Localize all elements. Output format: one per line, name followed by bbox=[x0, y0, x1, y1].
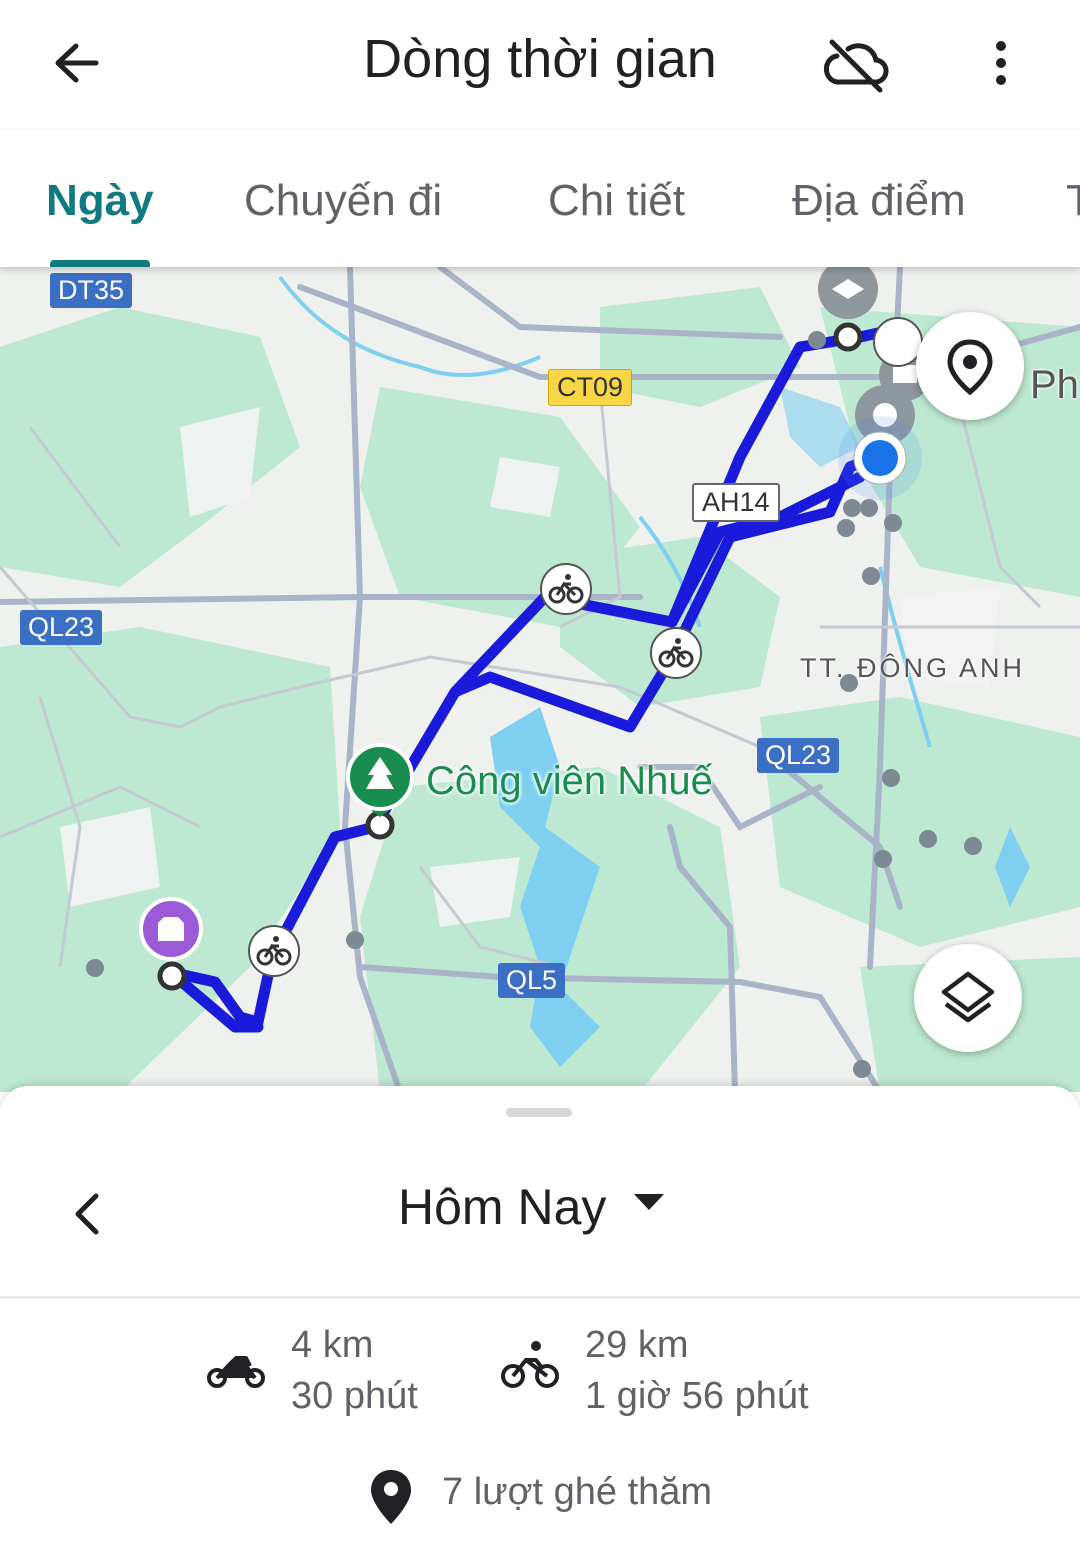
chevron-left-icon[interactable] bbox=[60, 1186, 116, 1242]
page-title: Dòng thời gian bbox=[363, 29, 717, 89]
tab-indicator bbox=[50, 260, 150, 267]
motorbike-distance: 4 km bbox=[291, 1324, 374, 1366]
road-label-ah14: AH14 bbox=[692, 483, 780, 522]
layers-icon bbox=[941, 971, 995, 1023]
arrow-back-icon[interactable] bbox=[44, 32, 108, 96]
bicycle-distance: 29 km bbox=[585, 1324, 689, 1366]
date-selector-label[interactable]: Hôm Nay bbox=[398, 1178, 606, 1236]
sheet-drag-handle[interactable] bbox=[506, 1108, 572, 1117]
app-bar: Dòng thời gian bbox=[0, 0, 1080, 130]
road-label-ct09: CT09 bbox=[548, 369, 633, 406]
motorbike-stat: 4 km 30 phút bbox=[291, 1320, 418, 1422]
bottom-sheet: Hôm Nay 4 km 30 phút 29 km 1 giờ 56 phút… bbox=[0, 1086, 1080, 1556]
bicycle-icon bbox=[501, 1341, 559, 1388]
road-label-ql5: QL5 bbox=[498, 963, 566, 998]
cloud-off-icon[interactable] bbox=[822, 32, 892, 96]
tab-insights[interactable]: Chi tiết bbox=[548, 176, 685, 226]
visits-count[interactable]: 7 lượt ghé thăm bbox=[442, 1471, 712, 1514]
tab-day[interactable]: Ngày bbox=[46, 176, 154, 226]
motorbike-duration: 30 phút bbox=[291, 1375, 418, 1417]
place-pin-icon bbox=[371, 1470, 411, 1524]
tab-bar: Ngày Chuyến đi Chi tiết Địa điểm T bbox=[0, 130, 1080, 267]
road-label-dt35: DT35 bbox=[50, 273, 133, 308]
divider bbox=[0, 1296, 1080, 1299]
road-label-ql23-right: QL23 bbox=[757, 738, 840, 773]
place-label-park[interactable]: Công viên Nhuế bbox=[426, 759, 713, 804]
town-label: TT. ĐÔNG ANH bbox=[800, 653, 1026, 683]
arrow-drop-down-icon[interactable] bbox=[634, 1194, 664, 1212]
more-vert-icon[interactable] bbox=[975, 32, 1027, 96]
tab-overflow[interactable]: T bbox=[1066, 176, 1080, 226]
tab-trips[interactable]: Chuyến đi bbox=[244, 176, 442, 226]
road-label-ql23-left: QL23 bbox=[20, 610, 103, 645]
location-pin-button[interactable] bbox=[916, 312, 1024, 420]
bicycle-duration: 1 giờ 56 phút bbox=[585, 1375, 809, 1417]
layers-button[interactable] bbox=[914, 944, 1022, 1052]
map-view[interactable]: DT35 CT09 AH14 QL23 QL23 QL5 Công viên N… bbox=[0, 267, 1080, 1092]
motorcycle-icon bbox=[207, 1356, 265, 1388]
bicycle-stat: 29 km 1 giờ 56 phút bbox=[585, 1320, 809, 1422]
edge-place-label: Ph bbox=[1030, 363, 1079, 407]
location-pin-icon bbox=[947, 339, 993, 396]
tab-places[interactable]: Địa điểm bbox=[792, 176, 966, 226]
